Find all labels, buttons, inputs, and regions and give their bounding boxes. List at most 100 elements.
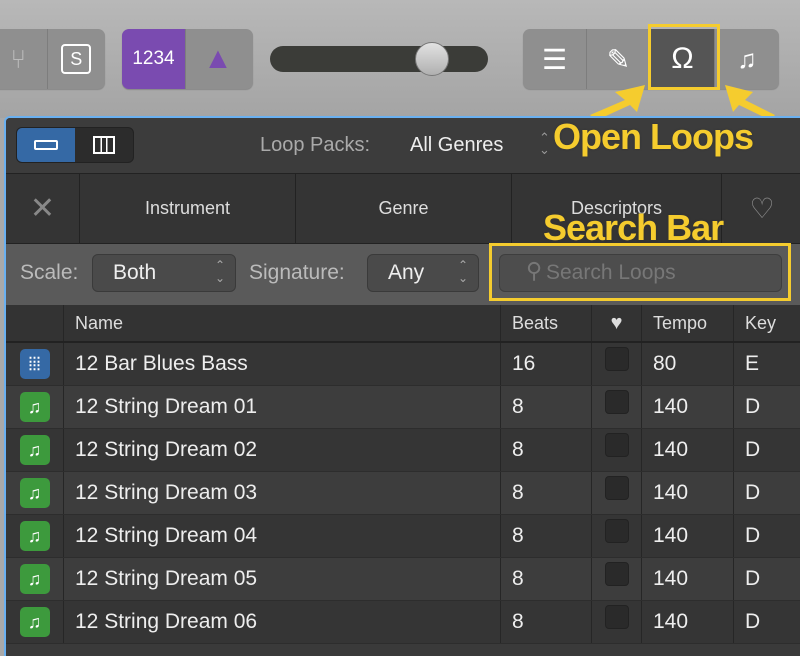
metronome-icon: ▲ <box>203 42 233 75</box>
favorite-cell <box>592 472 642 514</box>
favorite-checkbox[interactable] <box>604 519 629 543</box>
favorite-checkbox[interactable] <box>604 605 629 629</box>
master-volume-slider[interactable] <box>270 46 488 72</box>
midi-note-icon: ♫ <box>19 607 50 637</box>
table-row[interactable]: ⦙⦙⦙ 12 Bar Blues Bass 16 80 E <box>6 343 800 386</box>
tuning-fork-icon: ⑂ <box>10 43 27 74</box>
media-icon: ♫ <box>737 43 757 74</box>
loop-tempo: 140 <box>642 601 734 643</box>
loop-key: D <box>734 386 800 428</box>
midi-note-icon: ♫ <box>19 392 50 422</box>
tab-instrument[interactable]: Instrument <box>80 174 296 243</box>
scale-value: Both <box>113 261 157 284</box>
midi-note-icon: ♫ <box>19 435 50 465</box>
column-key[interactable]: Key <box>734 305 800 341</box>
heart-icon: ♥ <box>610 311 623 334</box>
loop-tempo: 140 <box>642 515 734 557</box>
loop-name: 12 String Dream 02 <box>64 429 501 471</box>
table-row[interactable]: ♫ 12 String Dream 06 8 140 D <box>6 601 800 644</box>
tuner-button[interactable]: ⑂ <box>0 29 48 89</box>
close-icon: ✕ <box>29 192 56 225</box>
loop-list: ⦙⦙⦙ 12 Bar Blues Bass 16 80 E ♫ 12 String… <box>6 343 800 644</box>
favorite-checkbox[interactable] <box>604 347 629 371</box>
favorite-checkbox[interactable] <box>604 562 629 586</box>
loop-beats: 8 <box>501 515 592 557</box>
search-bar-highlight <box>489 243 791 301</box>
midi-note-icon: ♫ <box>19 478 50 508</box>
loop-tempo: 80 <box>642 343 734 385</box>
loop-tempo: 140 <box>642 472 734 514</box>
table-row[interactable]: ♫ 12 String Dream 04 8 140 D <box>6 515 800 558</box>
loop-tempo: 140 <box>642 558 734 600</box>
button-view-icon <box>34 140 58 150</box>
table-row[interactable]: ♫ 12 String Dream 03 8 140 D <box>6 472 800 515</box>
signature-label: Signature: <box>249 261 345 284</box>
loop-type-cell: ♫ <box>6 515 64 557</box>
table-row[interactable]: ♫ 12 String Dream 01 8 140 D <box>6 386 800 429</box>
loop-packs-select[interactable]: All Genres <box>410 134 503 157</box>
annotation-arrows <box>590 85 775 120</box>
loop-beats: 8 <box>501 472 592 514</box>
list-icon: ☰ <box>541 43 568 75</box>
column-beats[interactable]: Beats <box>501 305 592 341</box>
favorite-cell <box>592 515 642 557</box>
midi-note-icon: ♫ <box>19 564 50 594</box>
column-view-icon <box>93 136 115 154</box>
count-in-metronome-group: 1234 ▲ <box>122 29 253 89</box>
loop-packs-label: Loop Packs: <box>260 134 371 156</box>
favorite-checkbox[interactable] <box>604 390 629 414</box>
table-row[interactable]: ♫ 12 String Dream 02 8 140 D <box>6 429 800 472</box>
loop-name: 12 Bar Blues Bass <box>64 343 501 385</box>
notepad-icon: ✎ <box>606 43 631 75</box>
button-view-toggle[interactable] <box>17 128 75 162</box>
loop-key: D <box>734 515 800 557</box>
metronome-button[interactable]: ▲ <box>186 29 250 89</box>
scale-label: Scale: <box>20 261 79 284</box>
loop-type-cell: ⦙⦙⦙ <box>6 343 64 385</box>
favorites-tab[interactable]: ♡ <box>722 174 800 243</box>
favorite-cell <box>592 386 642 428</box>
loop-beats: 8 <box>501 558 592 600</box>
loop-key: D <box>734 429 800 471</box>
favorite-checkbox[interactable] <box>604 476 629 500</box>
reset-button[interactable]: ✕ <box>6 174 80 243</box>
loop-type-cell: ♫ <box>6 429 64 471</box>
chevron-updown-icon[interactable]: ⌃ ⌄ <box>539 131 550 156</box>
loop-type-cell: ♫ <box>6 386 64 428</box>
view-toggle <box>16 127 134 163</box>
loop-type-cell: ♫ <box>6 472 64 514</box>
favorite-checkbox[interactable] <box>604 433 629 457</box>
table-row[interactable]: ♫ 12 String Dream 05 8 140 D <box>6 558 800 601</box>
loop-name: 12 String Dream 03 <box>64 472 501 514</box>
annotation-search-bar: Search Bar <box>543 207 724 248</box>
loop-type-cell: ♫ <box>6 601 64 643</box>
loop-name: 12 String Dream 01 <box>64 386 501 428</box>
arrow-left <box>590 85 645 120</box>
scale-select[interactable]: Both ⌃ ⌄ <box>92 254 236 292</box>
solo-icon: S <box>61 44 92 74</box>
column-favorite[interactable]: ♥ <box>592 305 642 341</box>
column-name[interactable]: Name <box>64 305 501 341</box>
loop-beats: 8 <box>501 601 592 643</box>
loop-key: D <box>734 601 800 643</box>
list-editors-button[interactable]: ☰ <box>523 29 587 89</box>
loop-type-cell: ♫ <box>6 558 64 600</box>
favorite-cell <box>592 558 642 600</box>
volume-slider-knob[interactable] <box>415 42 449 76</box>
chevron-updown-icon: ⌃ ⌄ <box>457 258 468 285</box>
loop-beats: 8 <box>501 429 592 471</box>
heart-outline-icon: ♡ <box>749 193 775 224</box>
column-view-toggle[interactable] <box>75 128 133 162</box>
count-in-button[interactable]: 1234 <box>122 29 186 89</box>
count-in-label: 1234 <box>132 48 175 69</box>
loop-browser: Loop Packs: All Genres ⌃ ⌄ ✕ Instrument G… <box>4 116 800 656</box>
loop-key: D <box>734 472 800 514</box>
column-tempo[interactable]: Tempo <box>642 305 734 341</box>
loop-name: 12 String Dream 04 <box>64 515 501 557</box>
tab-genre[interactable]: Genre <box>296 174 512 243</box>
loop-name: 12 String Dream 06 <box>64 601 501 643</box>
signature-select[interactable]: Any ⌃ ⌄ <box>367 254 479 292</box>
loop-key: E <box>734 343 800 385</box>
loop-beats: 8 <box>501 386 592 428</box>
solo-button[interactable]: S <box>48 29 105 89</box>
